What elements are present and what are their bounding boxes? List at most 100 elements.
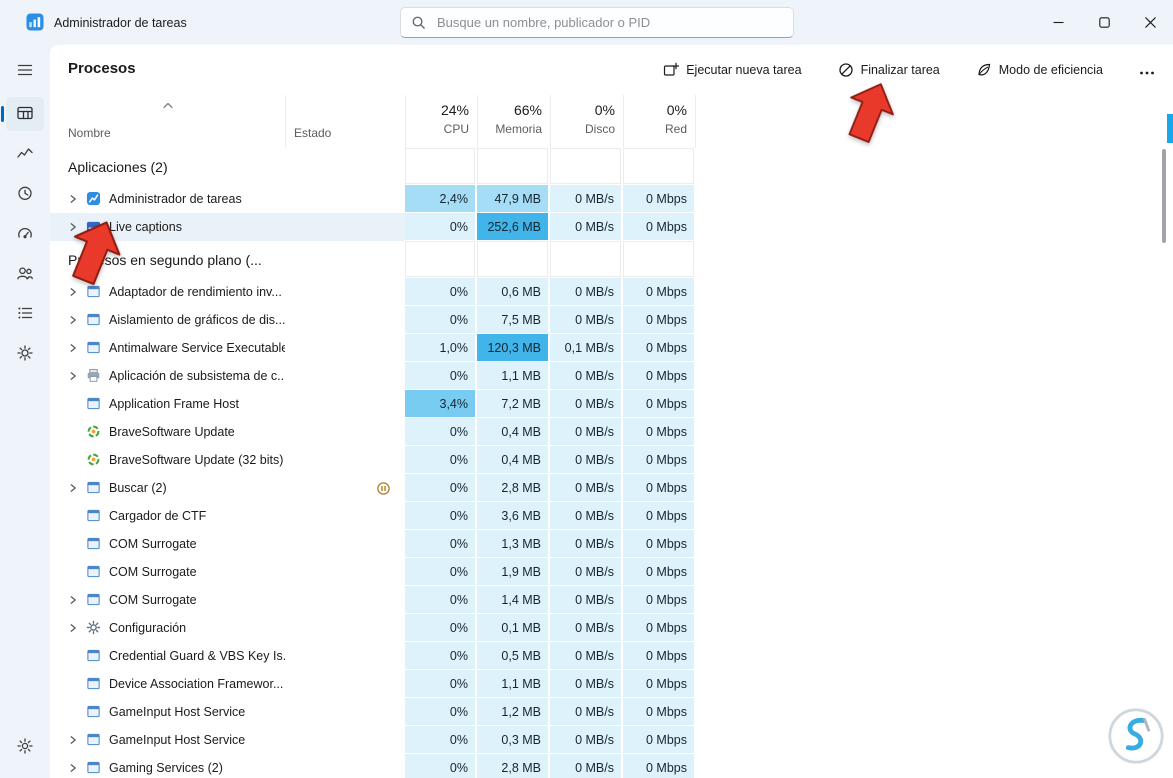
process-row[interactable]: BraveSoftware Update (32 bits) 0% 0,4 MB 0 …: [50, 446, 696, 474]
column-header-red[interactable]: 0% Red: [623, 95, 696, 148]
name-cell: Configuración: [50, 614, 285, 642]
cpu-cell: 0%: [405, 502, 477, 530]
name-cell: Credential Guard & VBS Key Is...: [50, 642, 285, 670]
column-header-cpu[interactable]: 24% CPU: [405, 95, 477, 148]
network-cell: 0 Mbps: [623, 754, 696, 778]
network-cell: [623, 241, 696, 278]
process-row[interactable]: COM Surrogate 0% 1,3 MB 0 MB/s 0 Mbps: [50, 530, 696, 558]
expand-chevron-icon[interactable]: [68, 763, 85, 773]
maximize-button[interactable]: [1081, 0, 1127, 44]
task-manager-window: Administrador de tareas Busque un nombre…: [0, 0, 1173, 778]
status-cell: [285, 530, 405, 558]
status-cell: [285, 586, 405, 614]
expand-chevron-icon[interactable]: [68, 194, 85, 204]
group-header-row[interactable]: Aplicaciones (2): [50, 148, 696, 185]
memory-cell: [477, 148, 550, 185]
close-button[interactable]: [1127, 0, 1173, 44]
process-name: COM Surrogate: [109, 537, 197, 551]
status-cell: [285, 185, 405, 213]
sidebar-item-details[interactable]: [6, 297, 44, 331]
disk-cell: 0 MB/s: [550, 474, 623, 502]
process-row[interactable]: Configuración 0% 0,1 MB 0 MB/s 0 Mbps: [50, 614, 696, 642]
expand-chevron-icon[interactable]: [68, 623, 85, 633]
process-row[interactable]: Device Association Framewor... 0% 1,1 MB 0 …: [50, 670, 696, 698]
process-name: Device Association Framewor...: [109, 677, 284, 691]
nav-menu-button[interactable]: [6, 54, 44, 88]
disk-cell: 0 MB/s: [550, 446, 623, 474]
expand-chevron-icon[interactable]: [68, 483, 85, 493]
column-header-nombre[interactable]: Nombre: [50, 95, 285, 148]
process-row[interactable]: Gaming Services (2) 0% 2,8 MB 0 MB/s 0 Mbps: [50, 754, 696, 778]
network-cell: 0 Mbps: [623, 642, 696, 670]
end-task-button[interactable]: Finalizar tarea: [832, 56, 946, 84]
run-new-task-button[interactable]: Ejecutar nueva tarea: [657, 56, 807, 84]
expand-chevron-icon[interactable]: [68, 315, 85, 325]
process-row[interactable]: Credential Guard & VBS Key Is... 0% 0,5 MB…: [50, 642, 696, 670]
status-cell: [285, 502, 405, 530]
memory-cell: 252,6 MB: [477, 213, 550, 241]
process-row[interactable]: Aislamiento de gráficos de dis... 0% 7,5 M…: [50, 306, 696, 334]
process-row[interactable]: BraveSoftware Update 0% 0,4 MB 0 MB/s 0 Mbps: [50, 418, 696, 446]
group-header-row[interactable]: Procesos en segundo plano (...: [50, 241, 696, 278]
suspended-icon: [376, 481, 391, 496]
users-icon: [16, 264, 34, 285]
process-row[interactable]: Buscar (2) 0% 2,8 MB 0 MB/s 0 Mbps: [50, 474, 696, 502]
name-cell: COM Surrogate: [50, 558, 285, 586]
process-row[interactable]: Adaptador de rendimiento inv... 0% 0,6 MB 0…: [50, 278, 696, 306]
sidebar-item-app-history[interactable]: [6, 177, 44, 211]
more-options-button[interactable]: [1133, 55, 1161, 86]
process-row[interactable]: Live captions 0% 252,6 MB 0 MB/s 0 Mbps: [50, 213, 696, 241]
expand-chevron-icon[interactable]: [68, 287, 85, 297]
search-box[interactable]: [400, 7, 794, 38]
expand-chevron-icon[interactable]: [68, 343, 85, 353]
network-cell: 0 Mbps: [623, 698, 696, 726]
vertical-scrollbar[interactable]: [1162, 149, 1166, 243]
expand-chevron-icon[interactable]: [68, 595, 85, 605]
process-row[interactable]: Cargador de CTF 0% 3,6 MB 0 MB/s 0 Mbps: [50, 502, 696, 530]
process-name: Application Frame Host: [109, 397, 239, 411]
process-row[interactable]: Antimalware Service Executable 1,0% 120,3 …: [50, 334, 696, 362]
sidebar-item-processes[interactable]: [1, 97, 44, 131]
sidebar-item-services[interactable]: [6, 337, 44, 371]
end-task-icon: [838, 62, 854, 78]
cpu-cell: 0%: [405, 446, 477, 474]
window-icon: [86, 732, 102, 748]
process-row[interactable]: Application Frame Host 3,4% 7,2 MB 0 MB/s 0 …: [50, 390, 696, 418]
minimize-button[interactable]: [1035, 0, 1081, 44]
run-new-task-label: Ejecutar nueva tarea: [686, 63, 802, 77]
status-cell: [285, 148, 405, 185]
status-cell: [285, 698, 405, 726]
process-row[interactable]: Administrador de tareas 2,4% 47,9 MB 0 MB/s…: [50, 185, 696, 213]
disk-cell: 0 MB/s: [550, 390, 623, 418]
column-header-memoria[interactable]: 66% Memoria: [477, 95, 550, 148]
efficiency-mode-button[interactable]: Modo de eficiencia: [970, 56, 1109, 84]
process-row[interactable]: Aplicación de subsistema de c... 0% 1,1 MB…: [50, 362, 696, 390]
cpu-cell: 0%: [405, 558, 477, 586]
process-row[interactable]: GameInput Host Service 0% 0,3 MB 0 MB/s 0 Mb…: [50, 726, 696, 754]
sidebar-item-performance[interactable]: [6, 137, 44, 171]
selected-indicator: [1, 106, 4, 122]
status-cell: [285, 278, 405, 306]
process-row[interactable]: GameInput Host Service 0% 1,2 MB 0 MB/s 0 Mb…: [50, 698, 696, 726]
sidebar-item-settings[interactable]: [6, 730, 44, 764]
column-header-estado[interactable]: Estado: [285, 95, 405, 148]
process-row[interactable]: COM Surrogate 0% 1,4 MB 0 MB/s 0 Mbps: [50, 586, 696, 614]
disk-cell: 0 MB/s: [550, 502, 623, 530]
network-total-percent: 0%: [666, 102, 687, 118]
column-header-disco[interactable]: 0% Disco: [550, 95, 623, 148]
cpu-cell: 0%: [405, 670, 477, 698]
name-cell: Aplicación de subsistema de c...: [50, 362, 285, 390]
disk-cell: 0 MB/s: [550, 670, 623, 698]
search-input[interactable]: [435, 14, 783, 31]
process-name: BraveSoftware Update (32 bits): [109, 453, 284, 467]
hamburger-icon: [16, 61, 34, 82]
sidebar-item-users[interactable]: [6, 257, 44, 291]
expand-chevron-icon[interactable]: [68, 371, 85, 381]
memory-cell: 7,2 MB: [477, 390, 550, 418]
expand-chevron-icon[interactable]: [68, 735, 85, 745]
process-row[interactable]: COM Surrogate 0% 1,9 MB 0 MB/s 0 Mbps: [50, 558, 696, 586]
name-cell: Gaming Services (2): [50, 754, 285, 778]
status-cell: [285, 418, 405, 446]
disk-cell: 0 MB/s: [550, 642, 623, 670]
sidebar-item-startup-apps[interactable]: [6, 217, 44, 251]
